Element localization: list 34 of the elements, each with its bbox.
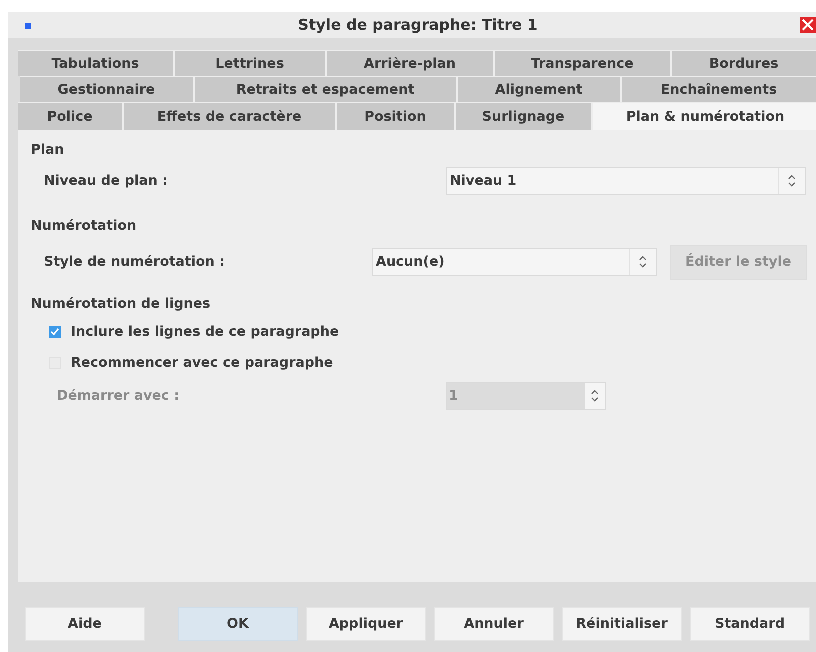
- close-icon[interactable]: [800, 17, 816, 33]
- field-label: Niveau de plan :: [44, 173, 169, 189]
- tab[interactable]: Gestionnaire: [20, 76, 195, 102]
- dialog-button[interactable]: Réinitialiser: [562, 607, 682, 641]
- section-heading: Plan: [31, 142, 66, 160]
- field-label: Style de numérotation :: [44, 254, 226, 270]
- dialog-button[interactable]: OK: [178, 607, 298, 641]
- checkbox-label: Inclure les lignes de ce paragraphe: [71, 324, 340, 340]
- tab[interactable]: Plan & numérotation: [593, 102, 816, 130]
- section-heading: Numérotation: [31, 218, 138, 236]
- dialog-button[interactable]: Aide: [25, 607, 145, 641]
- window-icon: [25, 23, 31, 29]
- dialog-button[interactable]: Standard: [690, 607, 810, 641]
- checkbox-label: Recommencer avec ce paragraphe: [71, 354, 334, 370]
- checkbox[interactable]: [49, 326, 61, 338]
- field-label: Démarrer avec :: [57, 388, 181, 404]
- section-heading: Numérotation de lignes: [31, 296, 212, 314]
- tab[interactable]: Alignement: [458, 76, 622, 102]
- tab[interactable]: Enchaînements: [622, 76, 816, 102]
- tab[interactable]: Bordures: [672, 50, 816, 76]
- window-title: Style de paragraphe: Titre 1: [298, 16, 538, 34]
- tab[interactable]: Retraits et espacement: [195, 76, 458, 102]
- tab[interactable]: Tabulations: [18, 50, 175, 76]
- tab[interactable]: Arrière-plan: [327, 50, 495, 76]
- tab[interactable]: Transparence: [495, 50, 672, 76]
- tab[interactable]: Lettrines: [175, 50, 327, 76]
- tab[interactable]: Position: [337, 102, 456, 130]
- dialog-button[interactable]: Annuler: [434, 607, 554, 641]
- tab[interactable]: Surlignage: [456, 102, 593, 130]
- tab[interactable]: Effets de caractère: [124, 102, 337, 130]
- dialog-button[interactable]: Appliquer: [306, 607, 426, 641]
- dropdown[interactable]: Niveau 1: [446, 167, 806, 195]
- dropdown[interactable]: Aucun(e): [372, 248, 657, 276]
- tab[interactable]: Police: [18, 102, 124, 130]
